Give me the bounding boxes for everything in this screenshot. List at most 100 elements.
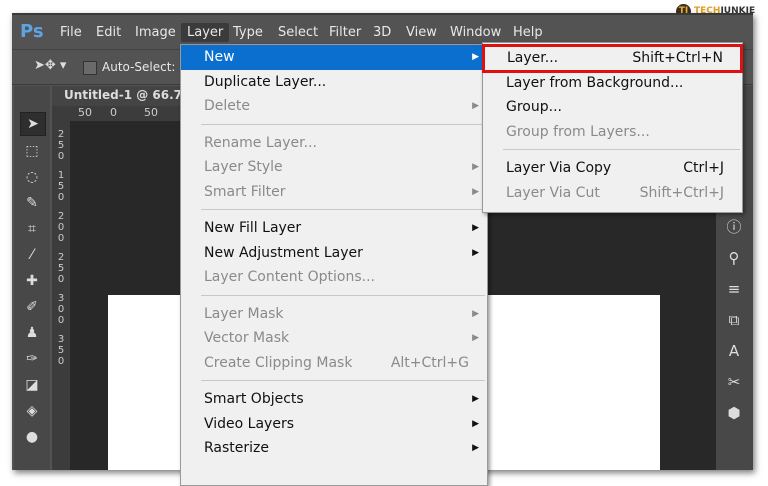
- auto-select-checkbox[interactable]: [83, 61, 97, 75]
- submenu-arrow-icon: ▶: [472, 418, 479, 429]
- menu-layer[interactable]: Layer: [181, 23, 230, 42]
- menu-item-video-layers[interactable]: Video Layers ▶: [181, 412, 487, 437]
- tool-presets-icon[interactable]: ✂: [721, 371, 747, 393]
- menu-item-label: Smart Objects: [204, 391, 304, 407]
- menu-item-label: Group from Layers...: [506, 123, 650, 140]
- submenu-arrow-icon: ▶: [472, 186, 479, 197]
- menu-item-label: Video Layers: [204, 415, 295, 432]
- menu-item-label: New Adjustment Layer: [204, 244, 363, 261]
- menu-separator: [201, 380, 485, 381]
- ruler-tick-label: 0: [57, 356, 65, 367]
- menu-item-label: Layer...: [507, 50, 559, 66]
- menu-item-layer[interactable]: Layer... Shift+Ctrl+N: [482, 44, 743, 73]
- submenu-arrow-icon: ▶: [472, 443, 479, 453]
- crop-tool-icon[interactable]: ⌗: [20, 218, 44, 240]
- menu-item-smart-objects[interactable]: Smart Objects ▶: [181, 387, 487, 412]
- layer-menu: New ▶ Duplicate Layer... Delete ▶ Rename Laye…: [180, 44, 488, 486]
- menu-item-new-adjustment-layer[interactable]: New Adjustment Layer ▶: [181, 241, 487, 266]
- menu-item-rasterize[interactable]: Rasterize ▶: [181, 436, 487, 461]
- ruler-tick-label: 2: [57, 129, 65, 140]
- ruler-tick-label: 5: [57, 140, 65, 151]
- menu-item-label: Layer Style: [204, 159, 283, 175]
- submenu-arrow-icon: ▶: [472, 101, 479, 111]
- ruler-tick-label: 5: [57, 181, 65, 192]
- ruler-tick-label: 2: [57, 252, 65, 263]
- menu-item-label: New: [204, 49, 235, 65]
- ruler-tick-label: 0: [57, 192, 65, 203]
- menu-item-label: Rename Layer...: [204, 134, 317, 151]
- stamp-tool-icon[interactable]: ♟: [20, 322, 44, 344]
- ps-logo: Ps: [20, 21, 44, 42]
- menu-separator: [201, 294, 485, 296]
- menu-item-new[interactable]: New ▶: [181, 45, 487, 70]
- shortcut-label: Shift+Ctrl+N: [632, 50, 723, 66]
- tools-panel: ➤ ⬚ ◌ ✎ ⌗ ⁄ ✚ ✐ ♟ ✑ ◪ ◈ ●: [14, 86, 50, 470]
- menu-item-label: Layer Via Copy: [506, 160, 612, 176]
- 3d-icon[interactable]: ⬢: [721, 402, 747, 424]
- menu-item-layer-via-copy[interactable]: Layer Via Copy Ctrl+J: [483, 156, 742, 181]
- clone-source-icon[interactable]: ⧉: [721, 309, 747, 331]
- menu-type[interactable]: Type: [233, 25, 263, 40]
- menu-item-label: Delete: [204, 98, 250, 114]
- menu-item-layer-content-options: Layer Content Options...: [181, 265, 487, 290]
- bucket-tool-icon[interactable]: ◈: [20, 400, 44, 422]
- marquee-tool-icon[interactable]: ⬚: [20, 140, 44, 162]
- shortcut-label: Ctrl+J: [683, 160, 724, 176]
- menu-item-label: Group...: [506, 99, 562, 115]
- ruler-tick-label: 1: [57, 170, 65, 181]
- history-brush-tool-icon[interactable]: ✑: [20, 348, 44, 370]
- menu-3d[interactable]: 3D: [373, 25, 391, 40]
- info-icon[interactable]: ⓘ: [721, 216, 747, 238]
- healing-tool-icon[interactable]: ✚: [20, 270, 44, 292]
- menu-item-new-fill-layer[interactable]: New Fill Layer ▶: [181, 216, 487, 241]
- character-icon[interactable]: A: [721, 340, 747, 362]
- ruler-tick-label: 2: [57, 211, 65, 222]
- eraser-tool-icon[interactable]: ◪: [20, 374, 44, 396]
- lasso-tool-icon[interactable]: ◌: [20, 166, 44, 188]
- horizontal-ruler: 50 0 50: [52, 106, 192, 121]
- adjustments-icon[interactable]: ≡: [721, 278, 747, 300]
- submenu-arrow-icon: ▶: [472, 333, 479, 343]
- ruler-tick-label: 3: [57, 293, 65, 304]
- ruler-tick-label: 0: [57, 222, 65, 233]
- menu-item-label: Vector Mask: [204, 330, 290, 346]
- submenu-arrow-icon: ▶: [472, 247, 479, 258]
- blur-tool-icon[interactable]: ●: [20, 426, 44, 448]
- submenu-arrow-icon: ▶: [472, 308, 479, 319]
- brush-tool-icon[interactable]: ✐: [20, 296, 44, 318]
- menu-item-label: Layer from Background...: [506, 74, 684, 91]
- vertical-ruler: 250150200250300350: [52, 121, 70, 470]
- menu-item-delete: Delete ▶: [181, 94, 487, 119]
- menu-view[interactable]: View: [406, 25, 437, 40]
- menu-item-group-from-layers: Group from Layers...: [483, 120, 742, 145]
- menu-select[interactable]: Select: [278, 25, 318, 40]
- ruler-tick-label: 0: [57, 304, 65, 315]
- quick-select-tool-icon[interactable]: ✎: [20, 192, 44, 214]
- menu-file[interactable]: File: [60, 25, 82, 40]
- menu-item-duplicate-layer[interactable]: Duplicate Layer...: [181, 70, 487, 95]
- ruler-tick-label: 0: [57, 151, 65, 162]
- move-tool-preset-icon[interactable]: ➤✥ ▾: [34, 58, 66, 73]
- menu-item-label: Layer Content Options...: [204, 269, 375, 285]
- menu-window[interactable]: Window: [450, 25, 501, 40]
- menu-item-layer-from-background[interactable]: Layer from Background...: [483, 71, 742, 96]
- menu-item-label: Smart Filter: [204, 183, 286, 200]
- menu-help[interactable]: Help: [513, 25, 543, 40]
- menu-image[interactable]: Image: [135, 25, 176, 40]
- menu-item-group[interactable]: Group...: [483, 95, 742, 120]
- new-submenu: Layer... Shift+Ctrl+N Layer from Backgroun…: [482, 42, 743, 213]
- shortcut-label: Shift+Ctrl+J: [639, 184, 724, 201]
- ruler-tick-label: 5: [57, 263, 65, 274]
- menu-separator: [503, 149, 740, 150]
- menu-separator: [201, 209, 485, 210]
- menu-item-label: Create Clipping Mask: [204, 354, 353, 371]
- menu-edit[interactable]: Edit: [96, 25, 121, 40]
- move-tool-icon[interactable]: ➤: [20, 112, 46, 136]
- menu-item-layer-style: Layer Style ▶: [181, 155, 487, 180]
- menu-filter[interactable]: Filter: [329, 25, 361, 40]
- menu-item-layer-mask: Layer Mask ▶: [181, 302, 487, 327]
- menu-item-label: Rasterize: [204, 440, 270, 456]
- eyedropper-tool-icon[interactable]: ⁄: [20, 244, 44, 266]
- brush-panel-icon[interactable]: ⚲: [721, 247, 747, 269]
- auto-select-label: Auto-Select:: [102, 60, 176, 74]
